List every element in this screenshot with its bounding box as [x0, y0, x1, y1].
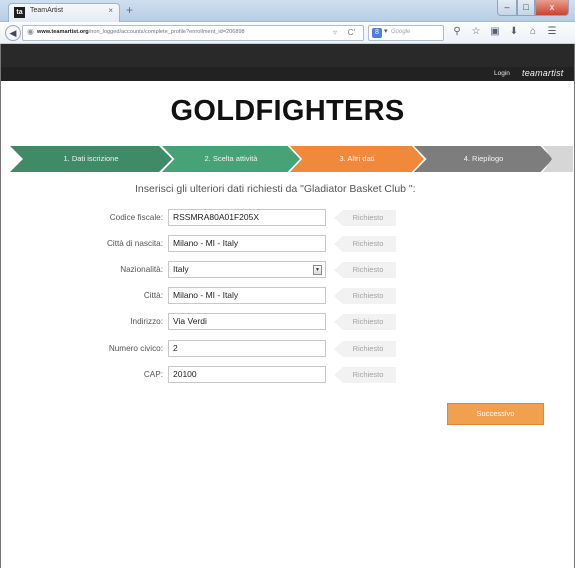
- field-label: Città di nascita:: [107, 239, 163, 248]
- form-row-cap: CAP: 20100 Richiesto: [0, 366, 575, 384]
- step-dati-iscrizione[interactable]: 1. Dati iscrizione: [10, 146, 172, 172]
- nazionalita-select[interactable]: Italy ▼: [168, 261, 326, 278]
- step-scelta-attivita[interactable]: 2. Scelta attività: [162, 146, 300, 172]
- dropdown-arrow-icon[interactable]: ▿: [333, 28, 337, 37]
- home-icon[interactable]: ⌂: [527, 25, 539, 39]
- form-row-indirizzo: Indirizzo: Via Verdi Richiesto: [0, 313, 575, 331]
- page-title: GOLDFIGHTERS: [170, 95, 405, 127]
- form-row-nazionalita: Nazionalità: Italy ▼ Richiesto: [0, 261, 575, 279]
- required-badge: Richiesto: [334, 262, 396, 278]
- field-label: CAP:: [143, 370, 163, 379]
- tab-close-icon[interactable]: ×: [108, 6, 113, 15]
- browser-titlebar: ta TeamArtist × + – □ x: [0, 0, 575, 22]
- field-label: Indirizzo:: [130, 317, 163, 326]
- browser-navbar: ◀ ◉ www.teamartist.org/non_logged/accoun…: [0, 22, 575, 44]
- form-row-citta-nascita: Città di nascita: Milano - MI - Italy Ri…: [0, 235, 575, 253]
- chevron-down-icon[interactable]: ▼: [313, 265, 322, 275]
- search-engine-icon[interactable]: 8: [372, 28, 382, 38]
- required-badge: Richiesto: [334, 367, 396, 383]
- url-bar[interactable]: ◉ www.teamartist.org/non_logged/accounts…: [22, 25, 364, 41]
- field-label: Città:: [143, 291, 163, 300]
- teamartist-logo[interactable]: teamartist: [522, 68, 564, 78]
- required-badge: Richiesto: [334, 314, 396, 330]
- progress-steps: 1. Dati iscrizione 2. Scelta attività 3.…: [10, 146, 573, 172]
- new-tab-icon[interactable]: +: [126, 3, 133, 17]
- required-badge: Richiesto: [334, 210, 396, 226]
- field-label: Nazionalità:: [120, 265, 163, 274]
- tab-title: TeamArtist: [30, 7, 64, 14]
- codice-fiscale-input[interactable]: RSSMRA80A01F205X: [168, 209, 326, 226]
- step-riepilogo: 4. Riepilogo: [414, 146, 553, 172]
- cap-input[interactable]: 20100: [168, 366, 326, 383]
- field-label: Numero civico:: [108, 344, 163, 353]
- required-badge: Richiesto: [334, 236, 396, 252]
- search-placeholder: Google: [391, 29, 411, 35]
- step-altri-dati: 3. Altri dati: [290, 146, 424, 172]
- form-row-citta: Città: Milano - MI - Italy Richiesto: [0, 287, 575, 305]
- reload-icon[interactable]: C′: [348, 28, 355, 37]
- browser-tab[interactable]: ta TeamArtist ×: [8, 3, 120, 22]
- minimize-button[interactable]: –: [497, 0, 517, 16]
- citta-nascita-input[interactable]: Milano - MI - Italy: [168, 235, 326, 252]
- indirizzo-input[interactable]: Via Verdi: [168, 313, 326, 330]
- search-icon[interactable]: ⚲: [451, 25, 463, 39]
- toolbar-icons: ⚲ ☆ ▣ ⬇ ⌂ ☰: [451, 25, 558, 39]
- url-domain: www.teamartist.org: [37, 29, 89, 35]
- next-button[interactable]: Successivo: [447, 403, 544, 425]
- numero-civico-input[interactable]: 2: [168, 340, 326, 357]
- close-window-button[interactable]: x: [535, 0, 569, 16]
- url-path: /non_logged/accounts/complete_profile?en…: [88, 29, 245, 35]
- form-row-numero-civico: Numero civico: 2 Richiesto: [0, 340, 575, 358]
- field-label: Codice fiscale:: [109, 213, 163, 222]
- menu-icon[interactable]: ☰: [546, 25, 558, 39]
- url-text: www.teamartist.org/non_logged/accounts/c…: [37, 29, 245, 35]
- teamartist-favicon-icon: ta: [14, 7, 25, 18]
- required-badge: Richiesto: [334, 341, 396, 357]
- form-row-codice-fiscale: Codice fiscale: RSSMRA80A01F205X Richies…: [0, 209, 575, 227]
- form-intro-text: Inserisci gli ulteriori dati richiesti d…: [135, 183, 416, 195]
- login-link[interactable]: Login: [494, 70, 510, 77]
- window-controls: – □ x: [497, 0, 569, 16]
- site-header: Login teamartist: [0, 67, 575, 81]
- maximize-button[interactable]: □: [517, 0, 535, 16]
- download-icon[interactable]: ⬇: [508, 25, 520, 39]
- search-bar[interactable]: 8 ▾ Google: [368, 25, 444, 41]
- required-badge: Richiesto: [334, 288, 396, 304]
- site-header-top: [0, 44, 575, 67]
- citta-input[interactable]: Milano - MI - Italy: [168, 287, 326, 304]
- nazionalita-selected-value: Italy: [173, 264, 189, 274]
- search-engine-dropdown-icon[interactable]: ▾: [384, 27, 388, 35]
- globe-icon: ◉: [27, 27, 34, 36]
- back-arrow-icon[interactable]: ◀: [5, 25, 21, 41]
- bookmarks-icon[interactable]: ▣: [489, 25, 501, 39]
- bookmark-star-icon[interactable]: ☆: [470, 25, 482, 39]
